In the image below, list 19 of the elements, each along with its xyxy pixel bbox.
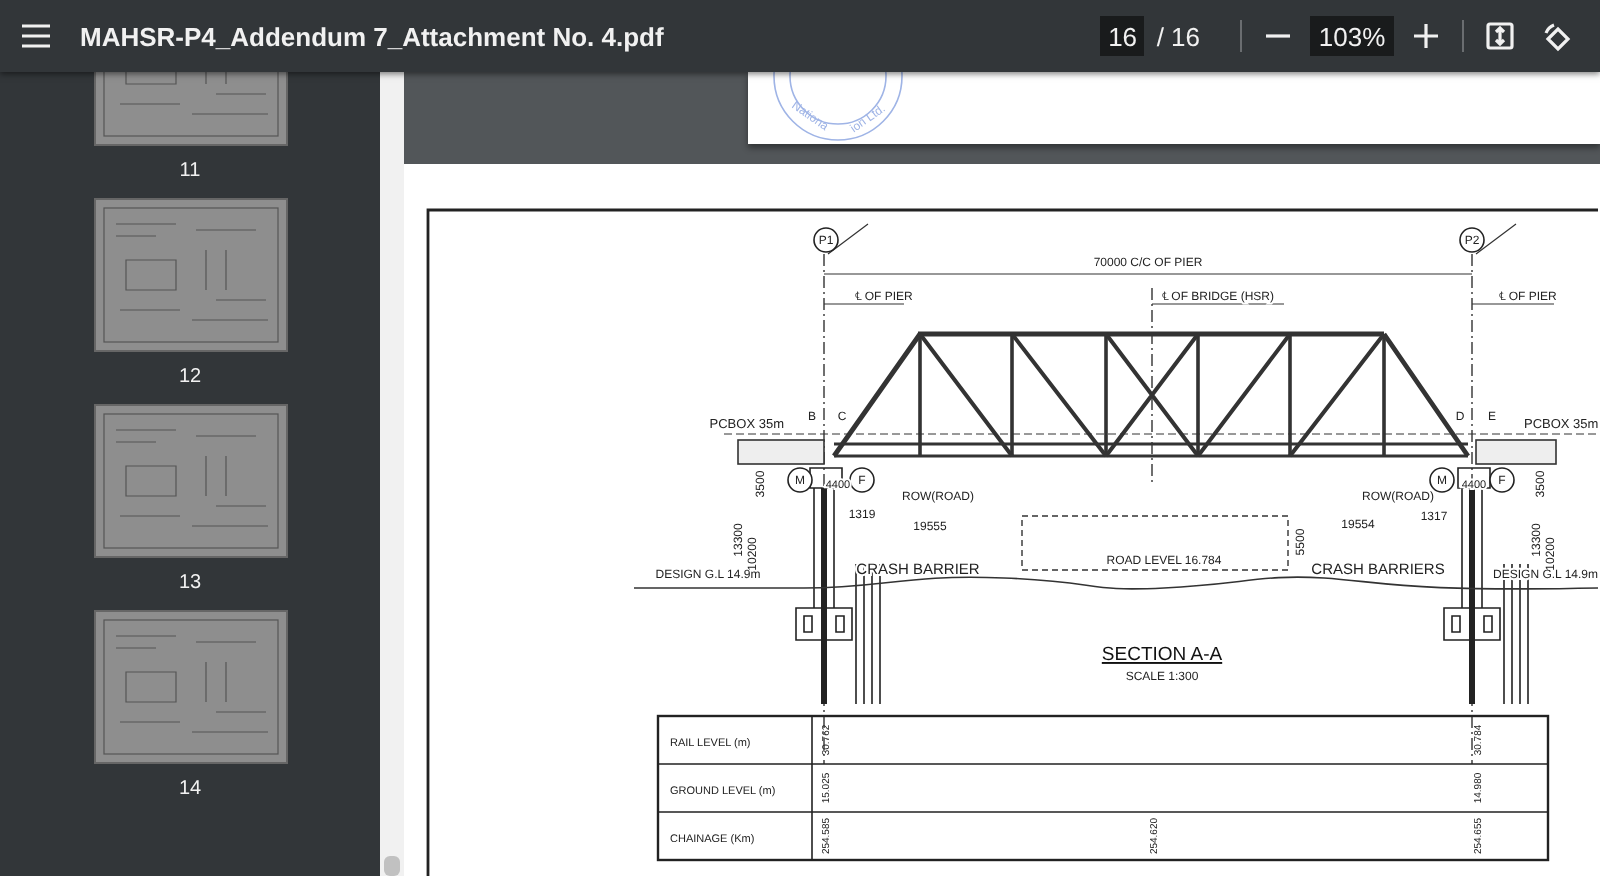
page-thumbnail[interactable] [93, 404, 287, 558]
minus-icon [1266, 34, 1290, 38]
page-total: / 16 [1156, 21, 1200, 51]
rotate-icon [1543, 23, 1569, 49]
section-title: SECTION A-A [1101, 644, 1223, 666]
document-title: MAHSR-P4_Addendum 7_Attachment No. 4.pdf [80, 21, 664, 51]
menu-icon [20, 24, 52, 48]
page-number: 13 [178, 572, 202, 594]
plus-icon [1414, 24, 1438, 48]
page-number-field[interactable]: 16 [1100, 16, 1145, 56]
scrollbar-thumb[interactable] [384, 856, 400, 876]
zoom-field[interactable]: 103% [1310, 16, 1394, 56]
page-number: 11 [179, 160, 201, 182]
page-thumbnail[interactable] [93, 198, 287, 352]
page-thumbnail[interactable] [93, 610, 287, 764]
page-number: 12 [178, 366, 202, 388]
fit-page-icon [1486, 22, 1514, 50]
page-number: 14 [178, 778, 202, 800]
sidebar-scrollbar[interactable] [380, 72, 404, 876]
